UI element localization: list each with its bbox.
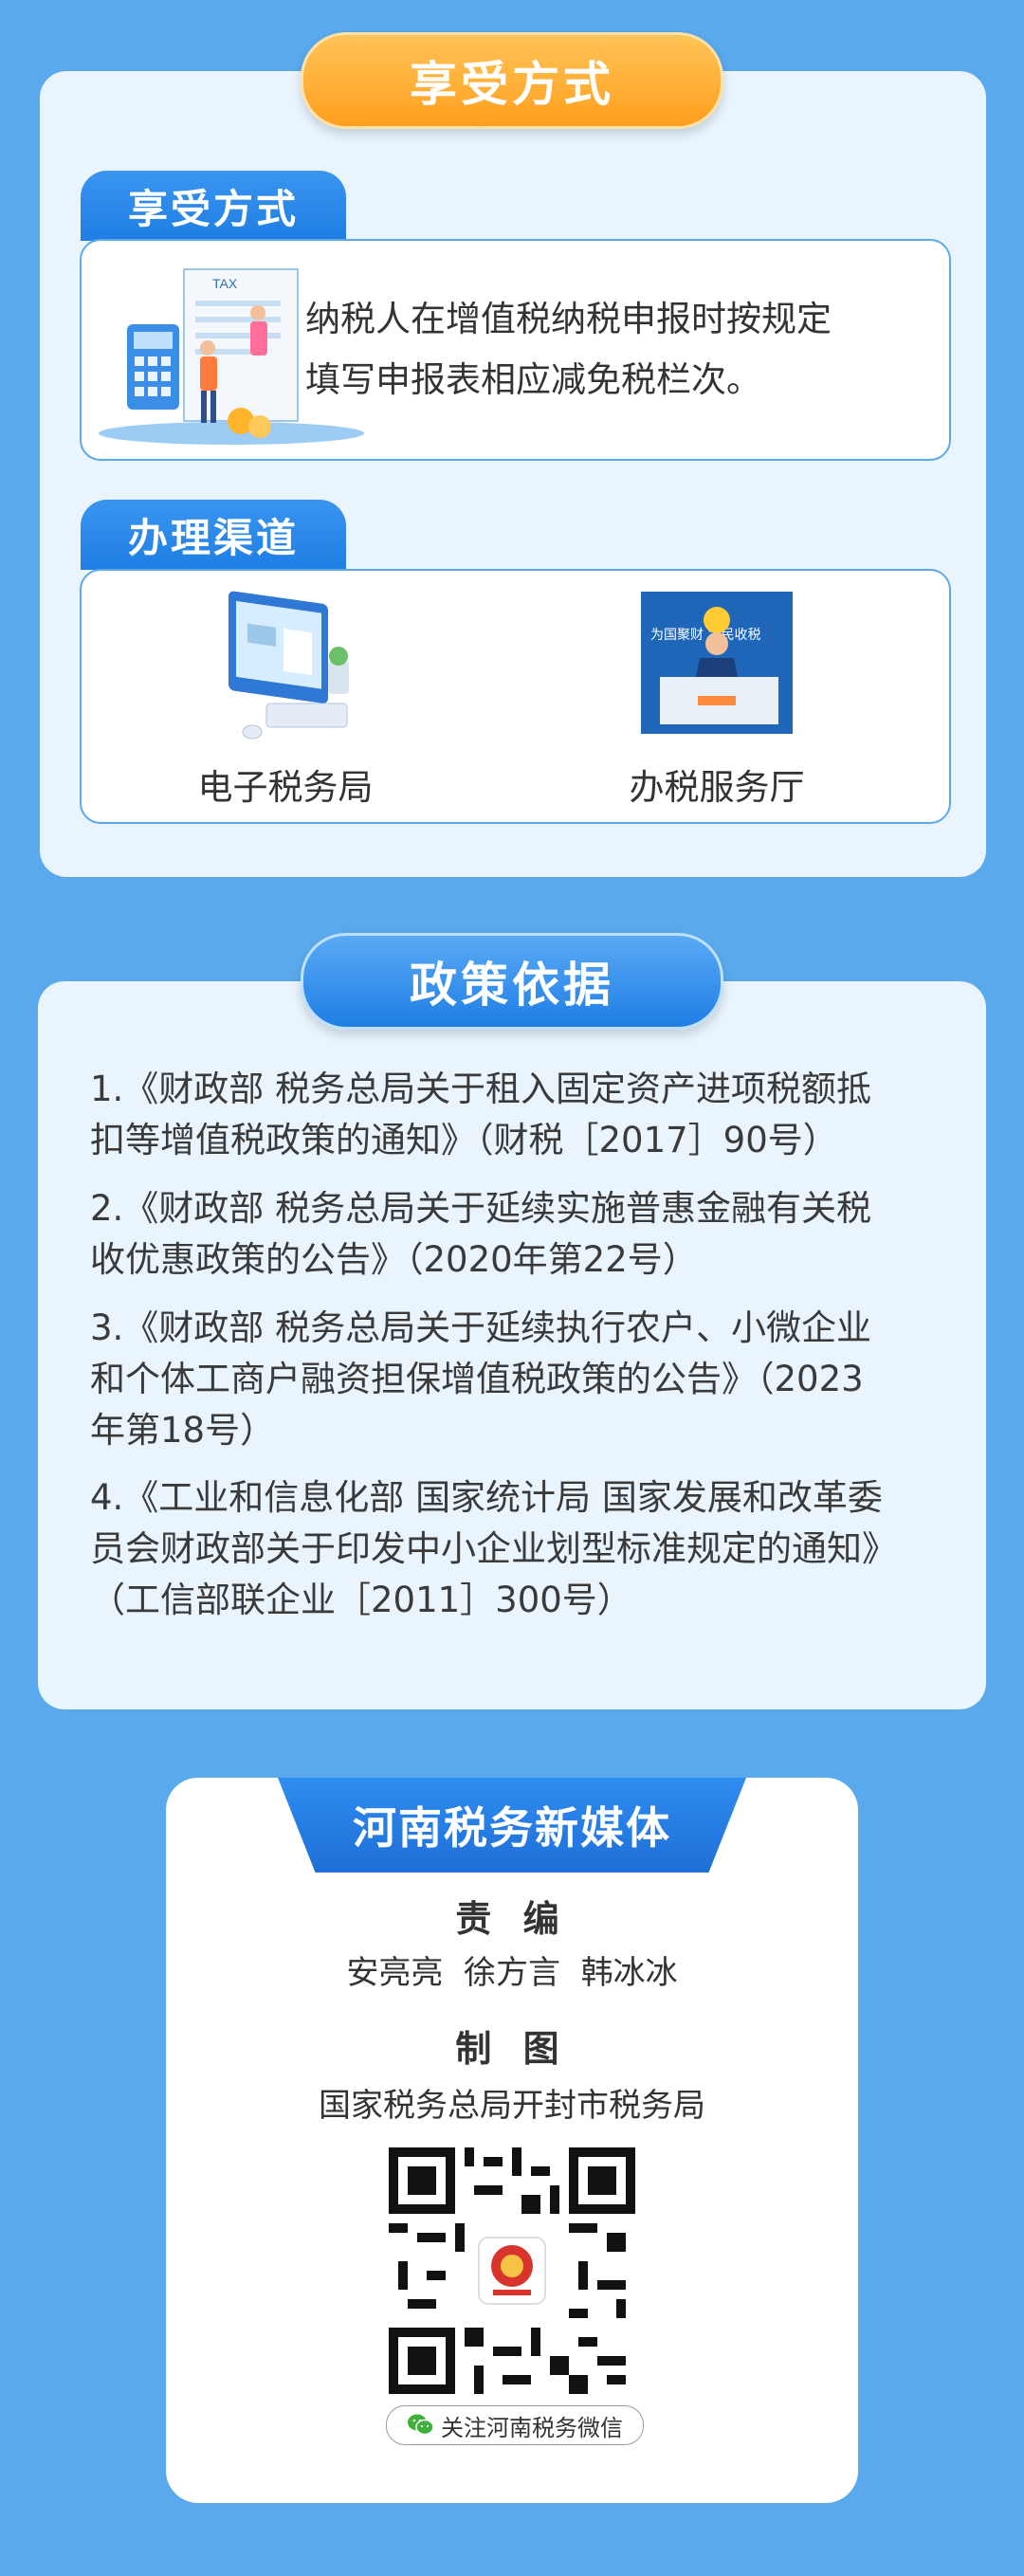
method-tab: 享受方式	[81, 171, 346, 241]
policy-item-4-line1: 4.《工业和信息化部 国家统计局 国家发展和改革委	[90, 1477, 883, 1518]
policy-item-4-line3: （工信部联企业［2011］300号）	[90, 1580, 632, 1620]
policy-item-4: 4.《工业和信息化部 国家统计局 国家发展和改革委 员会财政部关于印发中小企业划…	[90, 1472, 943, 1626]
service-hall-sign: 为国聚财 为民收税	[650, 628, 760, 643]
channel-label-hall[interactable]: 办税服务厅	[608, 758, 826, 810]
wechat-icon	[408, 2414, 434, 2436]
method-text-line2: 填写申报表相应减免税栏次。	[305, 359, 761, 400]
policy-item-3-line2: 和个体工商户融资担保增值税政策的公告》（2023	[90, 1359, 864, 1399]
editor-label: 责 编	[455, 1898, 569, 1940]
design-label: 制 图	[455, 2028, 569, 2070]
policy-item-1-line1: 1.《财政部 税务总局关于租入固定资产进项税额抵	[90, 1069, 872, 1109]
policy-item-1: 1.《财政部 税务总局关于租入固定资产进项税额抵 扣等增值税政策的通知》（财税［…	[90, 1064, 943, 1166]
service-hall-icon[interactable]: 为国聚财 为民收税	[641, 592, 793, 734]
method-box: TAX 纳税人在增值税纳税申报时按规定 填写申报表相应减免税栏次。	[80, 239, 951, 461]
editor-names: 安亮亮 徐方言 韩冰冰	[346, 1954, 678, 1992]
policy-item-1-line2: 扣等增值税政策的通知》（财税［2017］90号）	[90, 1120, 838, 1160]
policy-item-4-line2: 员会财政部关于印发中小企业划型标准规定的通知》	[90, 1528, 897, 1569]
tax-label: TAX	[212, 276, 238, 291]
policy-item-2-line1: 2.《财政部 税务总局关于延续实施普惠金融有关税	[90, 1188, 872, 1229]
policy-item-2-line2: 收优惠政策的公告》（2020年第22号）	[90, 1239, 698, 1280]
credits-card: 河南税务新媒体 责 编 安亮亮 徐方言 韩冰冰 制 图 国家税务总局开封市税务局	[166, 1778, 858, 2503]
designer-name: 国家税务总局开封市税务局	[319, 2087, 705, 2125]
policy-item-3-line1: 3.《财政部 税务总局关于延续执行农户、小微企业	[90, 1307, 872, 1348]
channel-tab: 办理渠道	[81, 500, 346, 570]
credits-title: 河南税务新媒体	[278, 1778, 746, 1873]
policy-section-header: 政策依据	[301, 933, 723, 1030]
channel-label-etax[interactable]: 电子税务局	[176, 758, 394, 810]
qr-code-icon[interactable]	[389, 2147, 635, 2394]
policy-item-3: 3.《财政部 税务总局关于延续执行农户、小微企业 和个体工商户融资担保增值税政策…	[90, 1303, 943, 1456]
policy-item-3-line3: 年第18号）	[90, 1410, 276, 1451]
follow-wechat-button[interactable]: 关注河南税务微信	[386, 2405, 644, 2445]
follow-label: 关注河南税务微信	[441, 2414, 623, 2441]
method-text-line1: 纳税人在增值税纳税申报时按规定	[305, 299, 832, 339]
method-section-header: 享受方式	[301, 32, 723, 129]
computer-icon[interactable]	[210, 580, 371, 751]
channel-box: 电子税务局 为国聚财 为民收税 办税服务厅	[80, 569, 951, 824]
policy-item-2: 2.《财政部 税务总局关于延续实施普惠金融有关税 收优惠政策的公告》（2020年…	[90, 1183, 943, 1286]
